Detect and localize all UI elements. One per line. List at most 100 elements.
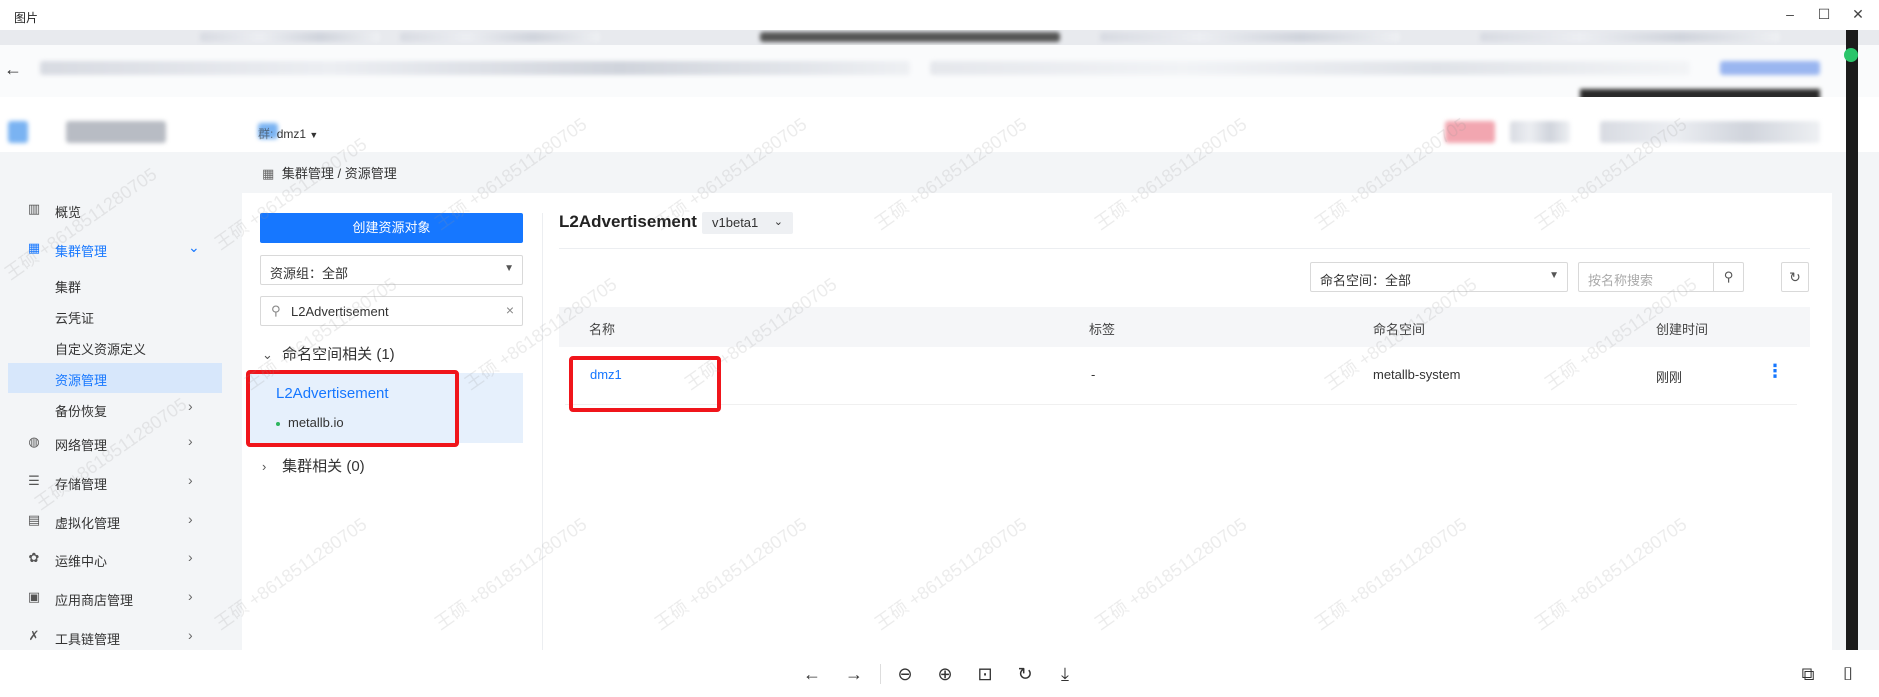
sidebar-subitem-label: 云凭证 bbox=[55, 311, 95, 326]
viewer-toolbar: ← → ⊖ ⊕ ⊡ ↻ ⤓ ⧉ ⌷ bbox=[0, 650, 1879, 697]
create-resource-button[interactable]: 创建资源对象 bbox=[260, 213, 523, 243]
table-header: 名称 标签 命名空间 创建时间 bbox=[559, 307, 1810, 347]
text-extract-icon[interactable]: ⌷ bbox=[1836, 662, 1860, 686]
sidebar: ▥ 概览 ▦ 集群管理 ⌄ 集群 云凭证 自定义资源定义 资源管理 备份恢复 ›… bbox=[0, 195, 230, 693]
chevron-down-icon: ⌄ bbox=[773, 216, 783, 228]
store-icon: ▣ bbox=[27, 589, 41, 604]
group-namespaced[interactable]: ⌄ 命名空间相关 (1) bbox=[262, 343, 395, 364]
resource-labels: - bbox=[1091, 367, 1096, 382]
chevron-down-icon: ⌄ bbox=[262, 347, 273, 362]
maximize-button[interactable]: ☐ bbox=[1810, 3, 1838, 25]
caret-down-icon: ▼ bbox=[309, 130, 319, 140]
more-actions-icon[interactable]: ⋮ bbox=[1766, 361, 1784, 382]
cluster-icon: ▦ bbox=[27, 240, 41, 255]
column-header-namespace: 命名空间 bbox=[1373, 322, 1426, 337]
sidebar-item-cluster-management[interactable]: ▦ 集群管理 ⌄ bbox=[0, 234, 230, 264]
sidebar-subitem-cloud-credential[interactable]: 云凭证 bbox=[8, 301, 222, 331]
cluster-selector-prefix: 群: bbox=[258, 127, 274, 141]
chevron-right-icon: › bbox=[188, 398, 193, 414]
chevron-right-icon: › bbox=[188, 588, 193, 604]
browser-tab-strip bbox=[0, 30, 1879, 45]
dark-edge bbox=[1846, 30, 1858, 650]
chart-icon: ▥ bbox=[27, 201, 41, 216]
sidebar-subitem-backup[interactable]: 备份恢复 › bbox=[8, 394, 222, 424]
fit-icon[interactable]: ⊡ bbox=[973, 662, 997, 686]
sidebar-item-virtualization[interactable]: ▤ 虚拟化管理 › bbox=[0, 506, 230, 536]
sidebar-subitem-label: 资源管理 bbox=[55, 373, 108, 388]
ops-icon: ✿ bbox=[28, 550, 40, 565]
sidebar-item-label: 工具链管理 bbox=[55, 632, 121, 647]
translate-icon[interactable]: ⧉ bbox=[1796, 662, 1820, 686]
sidebar-item-label: 存储管理 bbox=[55, 477, 108, 492]
divider bbox=[559, 248, 1810, 249]
cluster-selector-value: dmz1 bbox=[276, 127, 307, 141]
download-icon[interactable]: ⤓ bbox=[1053, 662, 1077, 686]
sidebar-item-storage[interactable]: ☰ 存储管理 › bbox=[0, 467, 230, 497]
browser-address-bar: ← bbox=[0, 45, 1879, 117]
table-row: dmz1 - metallb-system 刚刚 ⋮ bbox=[565, 347, 1797, 405]
arrow-left-icon[interactable]: ← bbox=[800, 662, 824, 686]
column-header-labels: 标签 bbox=[1089, 322, 1116, 337]
arrow-right-icon[interactable]: → bbox=[842, 662, 866, 686]
refresh-icon[interactable]: ↻ bbox=[1781, 262, 1809, 292]
zoom-out-icon[interactable]: ⊖ bbox=[893, 662, 917, 686]
column-header-created: 创建时间 bbox=[1656, 322, 1709, 337]
name-search-placeholder: 按名称搜索 bbox=[1588, 273, 1654, 288]
highlight-box bbox=[569, 356, 721, 412]
version-value: v1beta1 bbox=[712, 215, 759, 230]
resource-title: L2Advertisement bbox=[559, 212, 697, 231]
resource-group-select[interactable]: 资源组：全部 ▼ bbox=[260, 255, 523, 285]
tools-icon: ✗ bbox=[28, 628, 40, 643]
zoom-in-icon[interactable]: ⊕ bbox=[933, 662, 957, 686]
sidebar-item-label: 虚拟化管理 bbox=[55, 516, 121, 531]
vm-icon: ▤ bbox=[27, 512, 41, 527]
sidebar-subitem-resource-management[interactable]: 资源管理 bbox=[8, 363, 222, 393]
sidebar-subitem-crd[interactable]: 自定义资源定义 bbox=[8, 332, 222, 362]
breadcrumb-text: 集群管理 / 资源管理 bbox=[281, 166, 397, 181]
sidebar-subitem-label: 自定义资源定义 bbox=[55, 342, 147, 357]
sidebar-item-label: 网络管理 bbox=[55, 438, 108, 453]
sidebar-item-label: 集群管理 bbox=[55, 244, 108, 259]
namespace-select-value: 命名空间：全部 bbox=[1320, 273, 1412, 288]
minimize-button[interactable]: – bbox=[1776, 3, 1804, 25]
name-search-input[interactable]: 按名称搜索 ⚲ bbox=[1578, 262, 1744, 292]
rotate-icon[interactable]: ↻ bbox=[1013, 662, 1037, 686]
sidebar-item-overview[interactable]: ▥ 概览 bbox=[0, 195, 230, 225]
browser-back-icon[interactable]: ← bbox=[4, 59, 22, 80]
resource-created: 刚刚 bbox=[1656, 370, 1683, 385]
resource-search-input[interactable]: ⚲ L2Advertisement × bbox=[260, 296, 523, 326]
caret-down-icon: ▼ bbox=[504, 263, 514, 274]
resource-search-value: L2Advertisement bbox=[291, 304, 389, 319]
highlight-box bbox=[246, 370, 459, 447]
clear-icon[interactable]: × bbox=[506, 302, 514, 318]
chevron-up-icon: ⌄ bbox=[188, 239, 200, 255]
sidebar-item-label: 应用商店管理 bbox=[55, 593, 134, 608]
sidebar-subitem-label: 集群 bbox=[55, 280, 82, 295]
cluster-selector[interactable]: 群: dmz1 ▼ bbox=[258, 125, 318, 142]
sidebar-subitem-label: 备份恢复 bbox=[55, 404, 108, 419]
chevron-right-icon: › bbox=[188, 511, 193, 527]
viewer-title: 图片 bbox=[14, 11, 39, 25]
chevron-right-icon: › bbox=[262, 459, 267, 474]
sidebar-item-app-store[interactable]: ▣ 应用商店管理 › bbox=[0, 583, 230, 613]
close-button[interactable]: ✕ bbox=[1844, 3, 1872, 25]
sidebar-item-toolchain[interactable]: ✗ 工具链管理 › bbox=[0, 622, 230, 652]
chevron-right-icon: › bbox=[188, 472, 193, 488]
status-dot bbox=[1844, 48, 1858, 62]
column-header-name: 名称 bbox=[589, 322, 616, 337]
group-cluster-scoped[interactable]: › 集群相关 (0) bbox=[262, 455, 365, 476]
sidebar-item-label: 运维中心 bbox=[55, 554, 108, 569]
database-icon: ☰ bbox=[28, 473, 40, 488]
group-label: 命名空间相关 (1) bbox=[282, 346, 395, 363]
breadcrumb: ▦ 集群管理 / 资源管理 bbox=[262, 163, 397, 182]
sidebar-subitem-cluster[interactable]: 集群 bbox=[8, 270, 222, 300]
version-select[interactable]: v1beta1 ⌄ bbox=[702, 212, 793, 234]
sidebar-item-ops[interactable]: ✿ 运维中心 › bbox=[0, 544, 230, 574]
chevron-right-icon: › bbox=[188, 627, 193, 643]
sidebar-item-network[interactable]: ◍ 网络管理 › bbox=[0, 428, 230, 458]
search-icon[interactable]: ⚲ bbox=[1713, 263, 1743, 291]
viewer-titlebar: 图片 – ☐ ✕ bbox=[0, 0, 1879, 30]
chevron-right-icon: › bbox=[188, 433, 193, 449]
namespace-select[interactable]: 命名空间：全部 ▼ bbox=[1310, 262, 1568, 292]
cluster-icon: ▦ bbox=[262, 166, 275, 181]
